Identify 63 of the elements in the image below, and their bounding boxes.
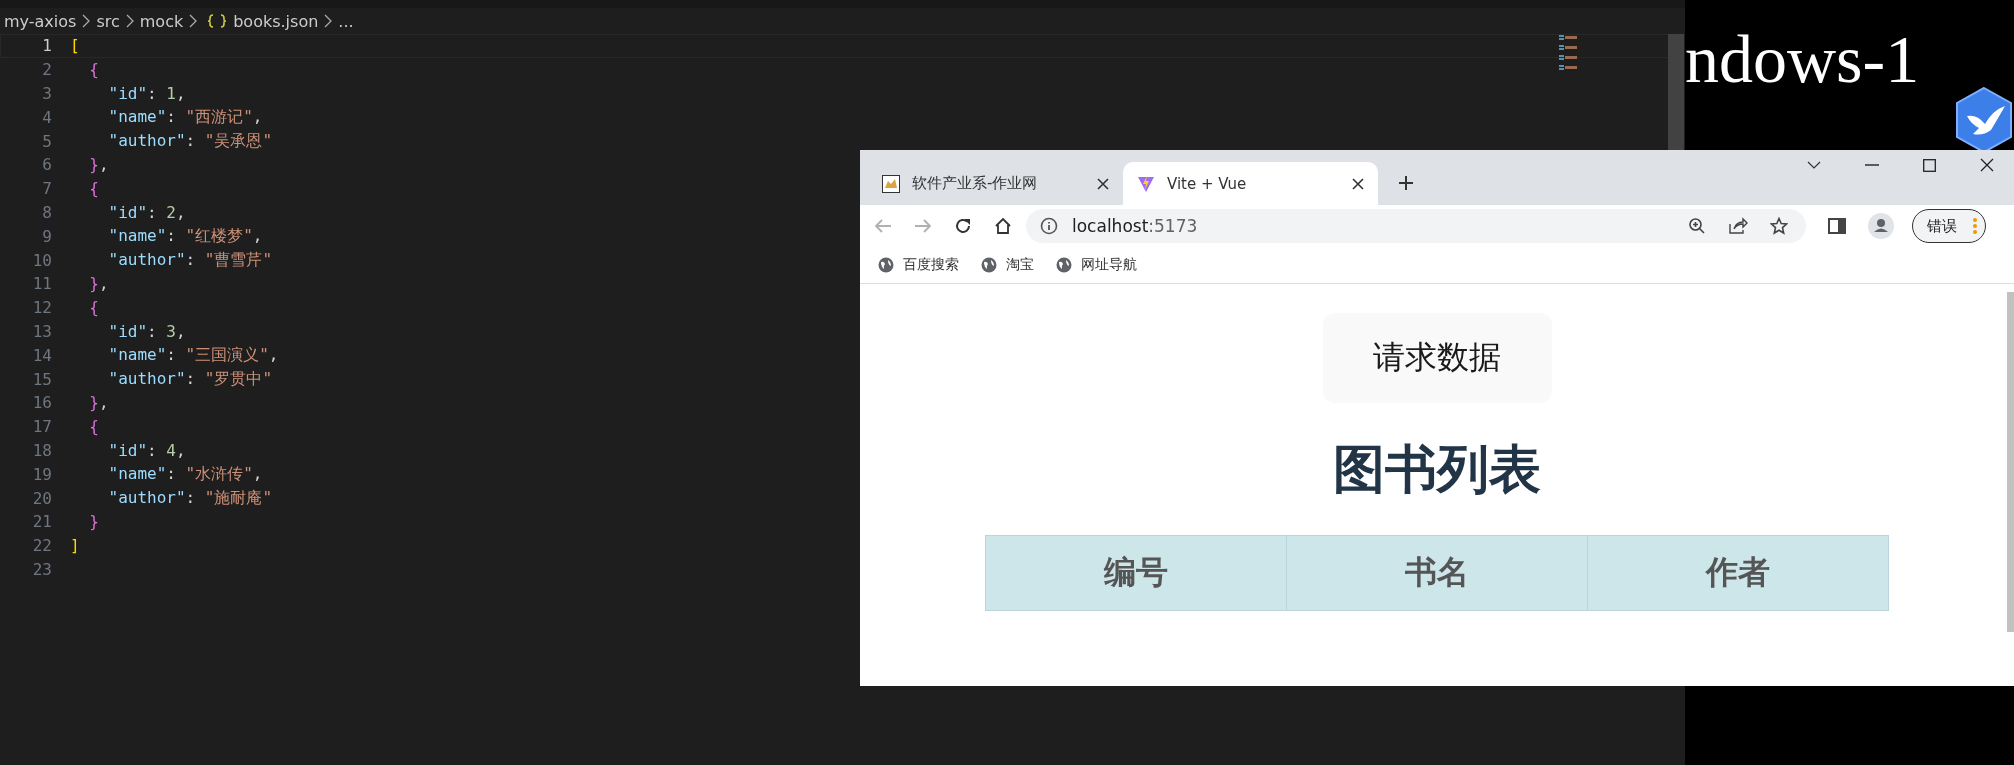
line-number: 4 <box>41 107 53 127</box>
code-line: "author": "曹雪芹" <box>107 249 273 271</box>
code-line: "id": 2, <box>107 202 186 222</box>
line-number: 3 <box>41 84 53 103</box>
code-line: { <box>88 417 99 437</box>
code-line: "name": "三国演义", <box>107 344 279 366</box>
line-number: 1 <box>41 36 53 56</box>
line-number: 18 <box>31 440 53 460</box>
request-data-button[interactable]: 请求数据 <box>1322 313 1552 403</box>
code-line: "id": 1, <box>107 84 186 103</box>
column-header: 作者 <box>1587 535 1889 611</box>
code-line: }, <box>88 155 109 175</box>
line-number: 15 <box>31 369 53 389</box>
page-heading: 图书列表 <box>1333 438 1541 501</box>
line-number: 12 <box>31 298 53 318</box>
code-line: "id": 3, <box>107 321 186 341</box>
breadcrumb-item[interactable]: src <box>96 11 120 31</box>
column-header: 书名 <box>1286 535 1588 611</box>
line-number: 9 <box>41 226 53 246</box>
browser-tab[interactable]: Vite + Vue <box>1123 162 1378 205</box>
line-number: 2 <box>41 60 53 80</box>
code-line: "id": 4, <box>107 440 186 460</box>
breadcrumb-item[interactable]: books.json <box>233 11 319 31</box>
line-number: 16 <box>31 393 53 413</box>
code-line: "name": "水浒传", <box>107 463 263 485</box>
breadcrumb-item[interactable]: mock <box>139 11 184 31</box>
code-line: ] <box>70 536 80 556</box>
line-number: 6 <box>41 155 53 175</box>
line-number: 22 <box>31 536 53 556</box>
line-number: 14 <box>31 345 53 365</box>
line-number: 17 <box>31 417 53 437</box>
desktop-text: ndows-1 <box>1685 20 1920 99</box>
code-line: "name": "红楼梦", <box>107 225 263 247</box>
code-line: }, <box>88 274 109 294</box>
code-line: "author": "罗贯中" <box>107 368 273 390</box>
line-number: 23 <box>31 559 53 579</box>
browser-tab[interactable]: 软件产业系-作业网 <box>868 162 1123 205</box>
line-number: 19 <box>31 464 53 484</box>
bookmark[interactable]: 网址导航 <box>1056 256 1137 274</box>
code-line: } <box>88 512 99 532</box>
bookmark[interactable]: 淘宝 <box>981 256 1034 274</box>
line-number: 7 <box>41 179 53 199</box>
column-header: 编号 <box>985 535 1287 611</box>
profile-error-button[interactable]: 错误 <box>1912 209 1986 243</box>
code-line: { <box>88 60 99 80</box>
code-line: }, <box>88 393 109 413</box>
line-number: 21 <box>31 512 53 532</box>
breadcrumb-item[interactable]: ... <box>338 11 354 31</box>
line-number: 20 <box>31 488 53 508</box>
address-bar[interactable]: localhost:5173 <box>1026 209 1806 243</box>
code-line: "author": "吴承恩" <box>107 130 273 152</box>
line-number: 10 <box>31 250 53 270</box>
breadcrumb-item[interactable]: my-axios <box>4 11 77 31</box>
line-number: 5 <box>41 131 53 151</box>
code-line: { <box>88 179 99 199</box>
code-line: [ <box>70 36 80 56</box>
line-number: 13 <box>31 321 53 341</box>
code-line: "name": "西游记", <box>107 106 263 128</box>
bookmark[interactable]: 百度搜索 <box>878 256 959 274</box>
code-line: "author": "施耐庵" <box>107 487 273 509</box>
code-line: { <box>88 298 99 318</box>
line-number: 8 <box>41 202 53 222</box>
line-number: 11 <box>31 274 53 294</box>
